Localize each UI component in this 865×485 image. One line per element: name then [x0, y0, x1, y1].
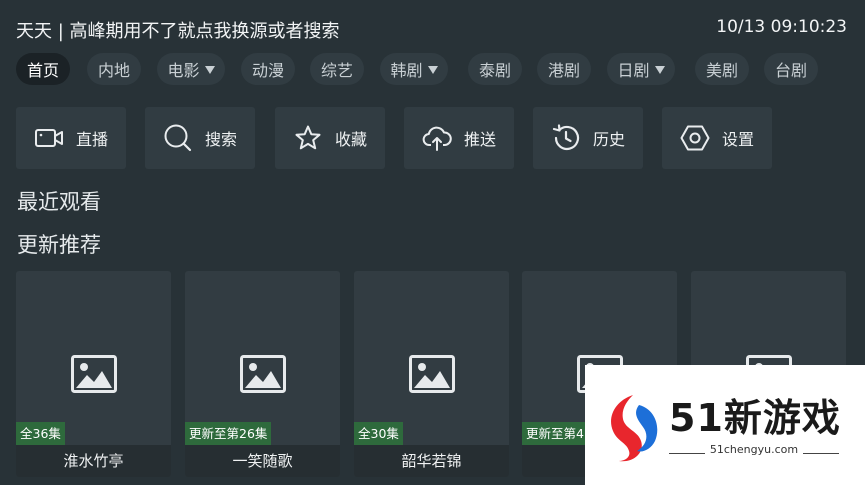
tab-label: 台剧 [774, 61, 807, 80]
settings-button[interactable]: 设置 [662, 107, 772, 169]
video-camera-icon [34, 123, 64, 153]
tab-home[interactable]: 首页 [16, 53, 70, 85]
divider [803, 453, 839, 454]
episode-badge: 全36集 [16, 422, 65, 445]
tab-label: 泰剧 [478, 61, 511, 80]
push-button[interactable]: 推送 [404, 107, 514, 169]
tab-label: 韩剧 [390, 61, 423, 80]
video-title: 一笑随歌 [185, 445, 340, 477]
favorites-button[interactable]: 收藏 [275, 107, 385, 169]
category-tabs: 首页 内地 电影 动漫 综艺 韩剧 泰剧 港剧 日剧 美剧 台剧 [16, 53, 856, 86]
tab-anime[interactable]: 动漫 [241, 53, 295, 85]
video-card[interactable]: 全36集 淮水竹亭 [16, 271, 171, 477]
search-button[interactable]: 搜索 [145, 107, 255, 169]
watermark-brand: 51新游戏 [669, 396, 841, 440]
tab-kdrama[interactable]: 韩剧 [380, 53, 448, 85]
recent-section-title: 最近观看 [17, 190, 101, 214]
video-card[interactable]: 更新至第26集 一笑随歌 [185, 271, 340, 477]
video-title: 韶华若锦 [354, 445, 509, 477]
watermark-logo-icon [611, 395, 658, 462]
tab-jdrama[interactable]: 日剧 [607, 53, 675, 85]
tab-label: 动漫 [251, 61, 284, 80]
action-label: 历史 [592, 130, 625, 149]
source-title[interactable]: 天天 | 高峰期用不了就点我换源或者搜索 [16, 17, 340, 43]
action-label: 收藏 [334, 130, 367, 149]
filter-icon [204, 65, 215, 74]
image-placeholder-icon [240, 355, 286, 393]
live-button[interactable]: 直播 [16, 107, 126, 169]
updates-section-title: 更新推荐 [17, 233, 101, 257]
action-label: 设置 [721, 130, 754, 149]
watermark-url: 51chengyu.com [709, 443, 799, 456]
top-bar: 天天 | 高峰期用不了就点我换源或者搜索 10/13 09:10:23 [16, 17, 847, 43]
quick-actions: 直播 搜索 收藏 推送 历史 设置 [16, 107, 776, 169]
action-label: 推送 [463, 130, 496, 149]
tab-label: 美剧 [705, 61, 738, 80]
tab-label: 日剧 [617, 61, 650, 80]
history-icon [551, 123, 581, 153]
tab-thai[interactable]: 泰剧 [468, 53, 522, 85]
tab-label: 内地 [97, 61, 130, 80]
video-title: 淮水竹亭 [16, 445, 171, 477]
image-placeholder-icon [409, 355, 455, 393]
search-icon [163, 123, 193, 153]
clock: 10/13 09:10:23 [716, 17, 847, 37]
tab-movie[interactable]: 电影 [157, 53, 225, 85]
video-card[interactable]: 全30集 韶华若锦 [354, 271, 509, 477]
action-label: 直播 [75, 130, 108, 149]
episode-badge: 更新至第26集 [185, 422, 272, 445]
tab-label: 综艺 [320, 61, 353, 80]
history-button[interactable]: 历史 [533, 107, 643, 169]
episode-badge: 全30集 [354, 422, 403, 445]
settings-hexagon-icon [680, 123, 710, 153]
tab-variety[interactable]: 综艺 [310, 53, 364, 85]
tab-label: 港剧 [547, 61, 580, 80]
tab-tw[interactable]: 台剧 [764, 53, 818, 85]
tab-label: 电影 [167, 61, 200, 80]
site-watermark: 51新游戏 51chengyu.com [585, 365, 865, 485]
tab-label: 首页 [26, 61, 59, 80]
filter-icon [427, 65, 438, 74]
star-icon [293, 123, 323, 153]
action-label: 搜索 [204, 130, 237, 149]
episode-badge: 更新至第4 [522, 422, 588, 445]
cloud-upload-icon [422, 123, 452, 153]
tab-mainland[interactable]: 内地 [87, 53, 141, 85]
image-placeholder-icon [71, 355, 117, 393]
tab-us[interactable]: 美剧 [695, 53, 749, 85]
tab-hk[interactable]: 港剧 [537, 53, 591, 85]
filter-icon [654, 65, 665, 74]
